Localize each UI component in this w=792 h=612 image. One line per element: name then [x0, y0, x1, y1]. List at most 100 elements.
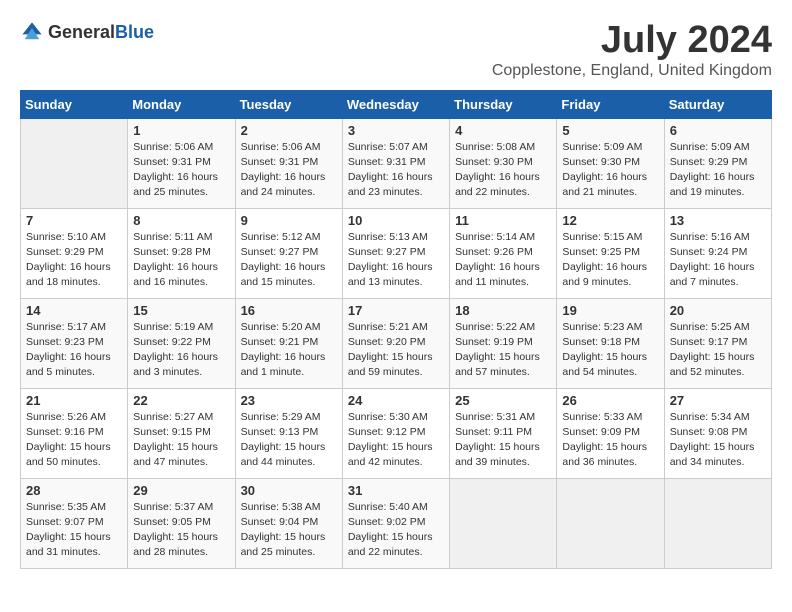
day-number: 19: [562, 303, 658, 318]
day-number: 25: [455, 393, 551, 408]
day-number: 18: [455, 303, 551, 318]
day-number: 8: [133, 213, 229, 228]
calendar-cell: 31 Sunrise: 5:40 AMSunset: 9:02 PMDayligh…: [342, 478, 449, 568]
day-number: 21: [26, 393, 122, 408]
calendar-cell: 15 Sunrise: 5:19 AMSunset: 9:22 PMDayligh…: [128, 298, 235, 388]
calendar-cell: 12Sunrise: 5:15 AMSunset: 9:25 PMDayligh…: [557, 208, 664, 298]
day-number: 29: [133, 483, 229, 498]
day-info: Sunrise: 5:27 AMSunset: 9:15 PMDaylight:…: [133, 410, 229, 471]
calendar-cell: [450, 478, 557, 568]
day-number: 4: [455, 123, 551, 138]
calendar-table: SundayMondayTuesdayWednesdayThursdayFrid…: [20, 90, 772, 569]
calendar-cell: [664, 478, 771, 568]
day-number: 12: [562, 213, 658, 228]
day-number: 14: [26, 303, 122, 318]
calendar-cell: 25 Sunrise: 5:31 AMSunset: 9:11 PMDayligh…: [450, 388, 557, 478]
day-info: Sunrise: 5:26 AMSunset: 9:16 PMDaylight:…: [26, 410, 122, 471]
day-info: Sunrise: 5:40 AMSunset: 9:02 PMDaylight:…: [348, 500, 444, 561]
header-day-sunday: Sunday: [21, 90, 128, 118]
calendar-cell: 17 Sunrise: 5:21 AMSunset: 9:20 PMDayligh…: [342, 298, 449, 388]
day-info: Sunrise: 5:35 AMSunset: 9:07 PMDaylight:…: [26, 500, 122, 561]
calendar-cell: 26 Sunrise: 5:33 AMSunset: 9:09 PMDayligh…: [557, 388, 664, 478]
calendar-cell: 18 Sunrise: 5:22 AMSunset: 9:19 PMDayligh…: [450, 298, 557, 388]
calendar-cell: 4Sunrise: 5:08 AMSunset: 9:30 PMDaylight…: [450, 118, 557, 208]
day-number: 13: [670, 213, 766, 228]
day-info: Sunrise: 5:16 AMSunset: 9:24 PMDaylight:…: [670, 230, 766, 291]
day-number: 1: [133, 123, 229, 138]
calendar-cell: 24Sunrise: 5:30 AMSunset: 9:12 PMDayligh…: [342, 388, 449, 478]
calendar-cell: 21 Sunrise: 5:26 AMSunset: 9:16 PMDayligh…: [21, 388, 128, 478]
day-info: Sunrise: 5:11 AMSunset: 9:28 PMDaylight:…: [133, 230, 229, 291]
day-number: 30: [241, 483, 337, 498]
day-number: 11: [455, 213, 551, 228]
logo-icon: [20, 20, 44, 44]
day-info: Sunrise: 5:19 AMSunset: 9:22 PMDaylight:…: [133, 320, 229, 381]
day-info: Sunrise: 5:33 AMSunset: 9:09 PMDaylight:…: [562, 410, 658, 471]
calendar-week-3: 14 Sunrise: 5:17 AMSunset: 9:23 PMDayligh…: [21, 298, 772, 388]
day-info: Sunrise: 5:31 AMSunset: 9:11 PMDaylight:…: [455, 410, 551, 471]
calendar-cell: 23 Sunrise: 5:29 AMSunset: 9:13 PMDayligh…: [235, 388, 342, 478]
calendar-cell: 9 Sunrise: 5:12 AMSunset: 9:27 PMDaylight…: [235, 208, 342, 298]
calendar-cell: 5 Sunrise: 5:09 AMSunset: 9:30 PMDaylight…: [557, 118, 664, 208]
calendar-cell: 30 Sunrise: 5:38 AMSunset: 9:04 PMDayligh…: [235, 478, 342, 568]
day-info: Sunrise: 5:13 AMSunset: 9:27 PMDaylight:…: [348, 230, 444, 291]
calendar-week-2: 7Sunrise: 5:10 AMSunset: 9:29 PMDaylight…: [21, 208, 772, 298]
header-day-thursday: Thursday: [450, 90, 557, 118]
calendar-cell: 27 Sunrise: 5:34 AMSunset: 9:08 PMDayligh…: [664, 388, 771, 478]
calendar-cell: 3Sunrise: 5:07 AMSunset: 9:31 PMDaylight…: [342, 118, 449, 208]
calendar-cell: 16 Sunrise: 5:20 AMSunset: 9:21 PMDayligh…: [235, 298, 342, 388]
day-number: 9: [241, 213, 337, 228]
calendar-cell: 13 Sunrise: 5:16 AMSunset: 9:24 PMDayligh…: [664, 208, 771, 298]
day-info: Sunrise: 5:09 AMSunset: 9:29 PMDaylight:…: [670, 140, 766, 201]
calendar-cell: 2 Sunrise: 5:06 AMSunset: 9:31 PMDaylight…: [235, 118, 342, 208]
day-number: 27: [670, 393, 766, 408]
day-info: Sunrise: 5:30 AMSunset: 9:12 PMDaylight:…: [348, 410, 444, 471]
header-day-wednesday: Wednesday: [342, 90, 449, 118]
header-day-friday: Friday: [557, 90, 664, 118]
day-number: 23: [241, 393, 337, 408]
month-year-title: July 2024: [492, 20, 772, 62]
day-number: 31: [348, 483, 444, 498]
location-subtitle: Copplestone, England, United Kingdom: [492, 62, 772, 80]
day-info: Sunrise: 5:29 AMSunset: 9:13 PMDaylight:…: [241, 410, 337, 471]
header-day-tuesday: Tuesday: [235, 90, 342, 118]
day-info: Sunrise: 5:23 AMSunset: 9:18 PMDaylight:…: [562, 320, 658, 381]
day-info: Sunrise: 5:25 AMSunset: 9:17 PMDaylight:…: [670, 320, 766, 381]
calendar-cell: 6 Sunrise: 5:09 AMSunset: 9:29 PMDaylight…: [664, 118, 771, 208]
day-info: Sunrise: 5:37 AMSunset: 9:05 PMDaylight:…: [133, 500, 229, 561]
calendar-cell: 20Sunrise: 5:25 AMSunset: 9:17 PMDayligh…: [664, 298, 771, 388]
calendar-cell: [557, 478, 664, 568]
header-day-monday: Monday: [128, 90, 235, 118]
day-info: Sunrise: 5:06 AMSunset: 9:31 PMDaylight:…: [133, 140, 229, 201]
day-number: 17: [348, 303, 444, 318]
day-info: Sunrise: 5:21 AMSunset: 9:20 PMDaylight:…: [348, 320, 444, 381]
day-info: Sunrise: 5:20 AMSunset: 9:21 PMDaylight:…: [241, 320, 337, 381]
day-number: 15: [133, 303, 229, 318]
day-info: Sunrise: 5:34 AMSunset: 9:08 PMDaylight:…: [670, 410, 766, 471]
calendar-cell: 11Sunrise: 5:14 AMSunset: 9:26 PMDayligh…: [450, 208, 557, 298]
calendar-cell: 29 Sunrise: 5:37 AMSunset: 9:05 PMDayligh…: [128, 478, 235, 568]
day-number: 16: [241, 303, 337, 318]
title-block: July 2024 Copplestone, England, United K…: [492, 20, 772, 80]
day-info: Sunrise: 5:22 AMSunset: 9:19 PMDaylight:…: [455, 320, 551, 381]
day-number: 26: [562, 393, 658, 408]
day-info: Sunrise: 5:09 AMSunset: 9:30 PMDaylight:…: [562, 140, 658, 201]
day-number: 7: [26, 213, 122, 228]
day-info: Sunrise: 5:38 AMSunset: 9:04 PMDaylight:…: [241, 500, 337, 561]
day-info: Sunrise: 5:12 AMSunset: 9:27 PMDaylight:…: [241, 230, 337, 291]
day-number: 3: [348, 123, 444, 138]
calendar-cell: 14 Sunrise: 5:17 AMSunset: 9:23 PMDayligh…: [21, 298, 128, 388]
calendar-cell: 28Sunrise: 5:35 AMSunset: 9:07 PMDayligh…: [21, 478, 128, 568]
calendar-cell: 22 Sunrise: 5:27 AMSunset: 9:15 PMDayligh…: [128, 388, 235, 478]
page-header: GeneralBlue July 2024 Copplestone, Engla…: [20, 20, 772, 80]
day-number: 22: [133, 393, 229, 408]
day-number: 2: [241, 123, 337, 138]
day-number: 6: [670, 123, 766, 138]
calendar-cell: 7Sunrise: 5:10 AMSunset: 9:29 PMDaylight…: [21, 208, 128, 298]
day-number: 10: [348, 213, 444, 228]
day-number: 5: [562, 123, 658, 138]
calendar-cell: [21, 118, 128, 208]
day-info: Sunrise: 5:17 AMSunset: 9:23 PMDaylight:…: [26, 320, 122, 381]
header-day-saturday: Saturday: [664, 90, 771, 118]
day-info: Sunrise: 5:06 AMSunset: 9:31 PMDaylight:…: [241, 140, 337, 201]
